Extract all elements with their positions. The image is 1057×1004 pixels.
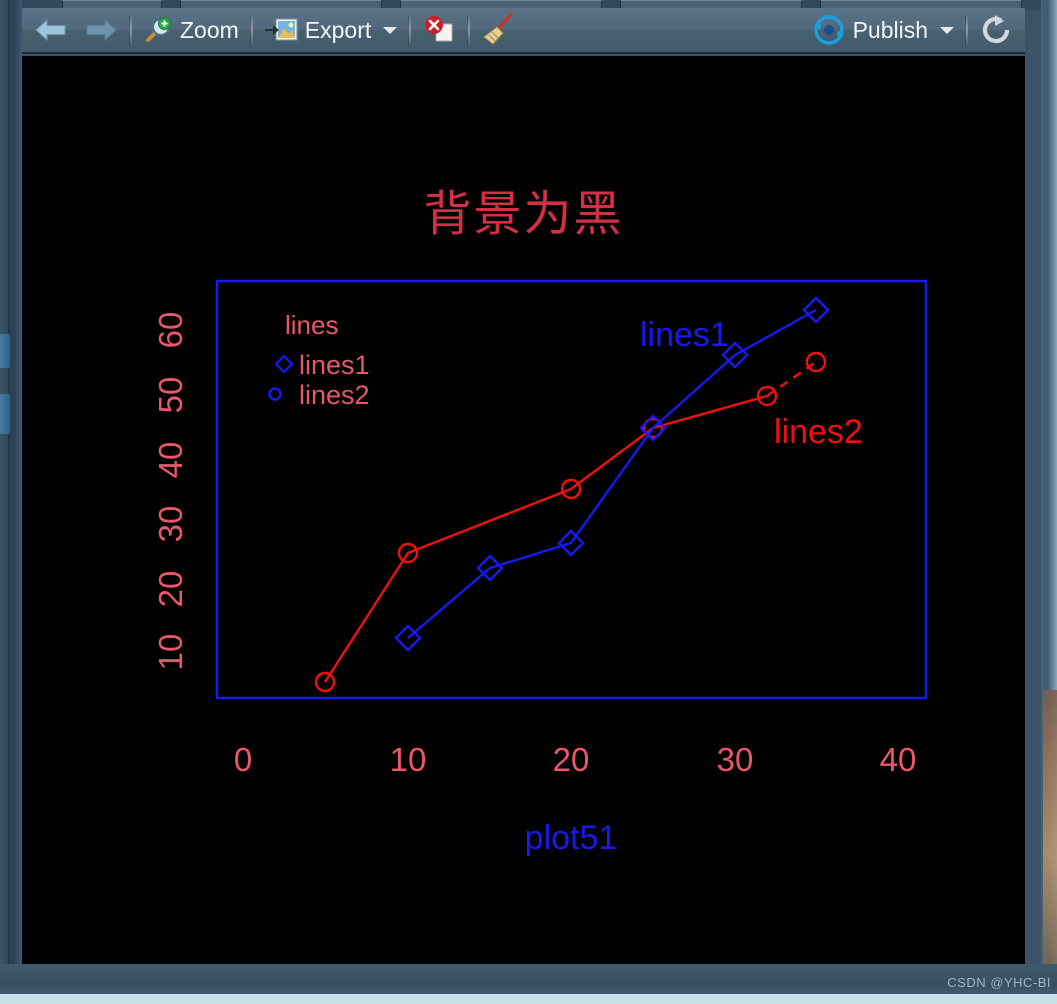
toolbar-separator-1	[129, 15, 132, 45]
window-bottom-edge	[0, 994, 1057, 1004]
annotation-lines1: lines1	[640, 316, 729, 354]
x-axis-tick-labels: 0 10 20 30 40	[234, 741, 917, 778]
toolbar-separator-3	[408, 15, 412, 45]
publish-label: Publish	[852, 16, 928, 43]
zoom-button[interactable]: Zoom	[135, 10, 247, 50]
back-button[interactable]	[26, 10, 76, 50]
y-tick-label: 50	[152, 377, 189, 414]
legend-marker-circle	[268, 387, 282, 401]
series-lines1	[394, 296, 830, 652]
refresh-icon	[982, 15, 1010, 44]
delete-page-button[interactable]	[414, 10, 464, 50]
toolbar-separator-2	[249, 15, 253, 45]
delete-page-icon	[425, 16, 453, 42]
publish-button[interactable]: Publish	[804, 10, 962, 50]
legend: lines lines1 lines2	[268, 310, 370, 410]
window-left-chrome	[0, 0, 22, 1004]
magnifier-plus-icon	[146, 17, 171, 42]
right-edge-thumbnail	[1043, 690, 1057, 990]
legend-title: lines	[285, 310, 338, 340]
chrome-divider-line	[8, 0, 10, 1004]
series-lines2-path	[323, 394, 768, 683]
y-tick-label: 10	[152, 634, 189, 671]
application-window: Zoom Export Publish 背景为黑 60 50 40 30 20 …	[0, 0, 1057, 1004]
series-lines2	[314, 351, 827, 693]
forward-arrow-icon	[86, 18, 117, 42]
toolbar-separator-4	[467, 15, 471, 45]
x-tick-label: 40	[880, 741, 917, 778]
x-tick-label: 30	[717, 741, 754, 778]
zoom-label: Zoom	[180, 16, 239, 43]
y-tick-label: 40	[152, 442, 189, 479]
export-label: Export	[304, 16, 372, 43]
back-arrow-icon	[35, 18, 66, 42]
export-button[interactable]: Export	[256, 10, 405, 50]
figure-canvas: 背景为黑 60 50 40 30 20 10 0 10 20 30 40 plo…	[22, 56, 1025, 972]
y-tick-label: 60	[152, 312, 189, 349]
x-tick-label: 20	[553, 741, 590, 778]
annotation-lines2: lines2	[774, 413, 863, 451]
legend-label: lines1	[299, 350, 370, 380]
clear-button[interactable]	[473, 10, 525, 50]
toolbar: Zoom Export Publish	[22, 8, 1025, 54]
chevron-down-icon[interactable]	[383, 26, 398, 34]
plot-svg: 60 50 40 30 20 10 0 10 20 30 40 plot51 l…	[152, 279, 928, 857]
side-tab-lower[interactable]	[0, 394, 10, 434]
x-axis-title: plot51	[525, 819, 618, 857]
series-lines1-path	[407, 308, 817, 639]
x-tick-label: 10	[390, 741, 427, 778]
legend-label: lines2	[299, 380, 370, 410]
forward-button[interactable]	[76, 10, 126, 50]
toolbar-separator-5	[965, 15, 968, 45]
chevron-down-icon[interactable]	[940, 26, 954, 34]
watermark: CSDN @YHC-BI	[947, 975, 1051, 990]
x-tick-label: 0	[234, 741, 252, 778]
publish-icon	[813, 15, 844, 45]
refresh-button[interactable]	[971, 10, 1021, 50]
broom-icon	[483, 13, 513, 45]
side-tab-upper[interactable]	[0, 334, 10, 368]
y-axis-tick-labels: 60 50 40 30 20 10	[152, 312, 189, 671]
image-export-icon	[264, 18, 298, 41]
legend-marker-diamond	[274, 354, 294, 374]
y-tick-label: 20	[152, 571, 189, 608]
y-tick-label: 30	[152, 506, 189, 543]
